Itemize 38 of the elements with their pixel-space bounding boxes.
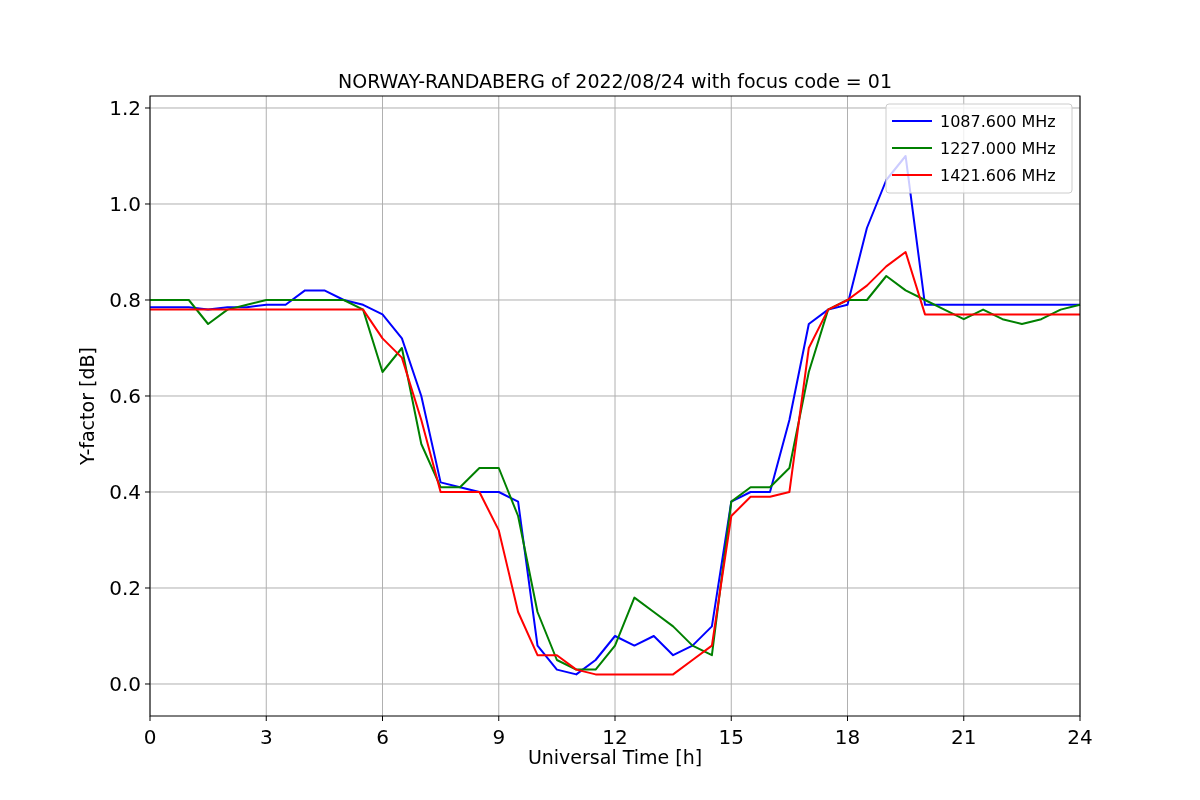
chart-title: NORWAY-RANDABERG of 2022/08/24 with focus code = 01 xyxy=(338,70,892,92)
tick-mark xyxy=(144,587,151,589)
tick-mark xyxy=(265,715,267,722)
tick-mark xyxy=(149,715,151,722)
y-tick-label: 1.0 xyxy=(109,192,141,216)
x-tick-label: 0 xyxy=(143,725,157,749)
tick-mark xyxy=(1079,715,1081,722)
tick-mark xyxy=(144,299,151,301)
y-tick-label: 0.0 xyxy=(109,672,141,696)
tick-mark xyxy=(144,491,151,493)
y-tick-label: 1.2 xyxy=(109,96,141,120)
tick-mark xyxy=(614,715,616,722)
y-axis-label: Y-factor [dB] xyxy=(76,347,98,465)
y-tick-label: 0.6 xyxy=(109,384,141,408)
tick-mark xyxy=(144,107,151,109)
y-tick-label: 0.2 xyxy=(109,576,141,600)
tick-mark xyxy=(144,683,151,685)
x-tick-label: 18 xyxy=(834,725,861,749)
tick-mark xyxy=(144,395,151,397)
tick-mark xyxy=(382,715,383,722)
legend-label: 1421.606 MHz xyxy=(940,166,1056,185)
legend-label: 1087.600 MHz xyxy=(940,112,1056,131)
tick-mark xyxy=(847,715,848,722)
legend-label: 1227.000 MHz xyxy=(940,139,1056,158)
x-tick-label: 6 xyxy=(376,725,389,749)
x-axis-label: Universal Time [h] xyxy=(527,746,703,768)
tick-mark xyxy=(498,715,500,722)
tick-mark xyxy=(144,203,151,205)
x-tick-label: 9 xyxy=(492,725,506,749)
x-tick-label: 21 xyxy=(951,725,977,749)
x-tick-label: 3 xyxy=(259,725,273,749)
tick-mark xyxy=(730,715,732,722)
y-tick-label: 0.8 xyxy=(109,288,141,312)
x-tick-label: 12 xyxy=(602,725,628,749)
y-tick-label: 0.4 xyxy=(109,480,141,504)
x-tick-label: 15 xyxy=(718,725,744,749)
x-tick-label: 24 xyxy=(1067,725,1093,749)
tick-mark xyxy=(963,715,965,722)
